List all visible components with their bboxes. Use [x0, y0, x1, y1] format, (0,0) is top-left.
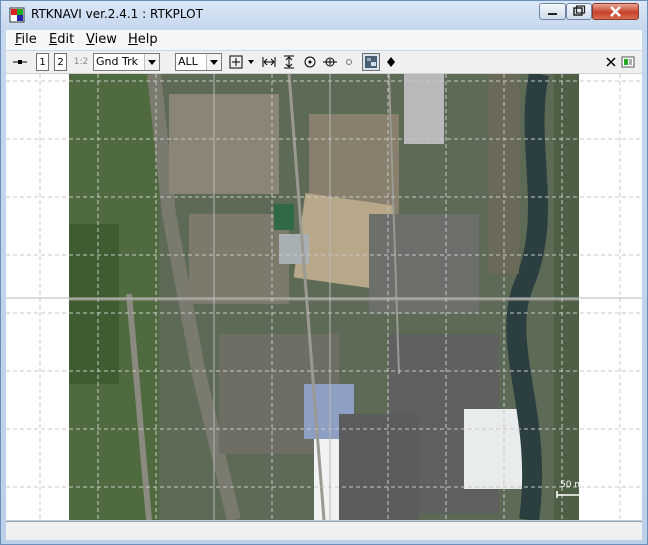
- center-current-button[interactable]: [321, 53, 339, 71]
- scale-bar-label: 50 m: [560, 480, 584, 490]
- marker-button[interactable]: [384, 53, 398, 71]
- center-icon: [229, 55, 243, 69]
- clear-button[interactable]: [604, 53, 618, 71]
- fit-vertical-button[interactable]: [280, 53, 298, 71]
- status-bar: [6, 521, 642, 540]
- clear-icon: [606, 57, 616, 67]
- marker-icon: [387, 57, 395, 67]
- center-origin-icon: [304, 56, 316, 68]
- maximize-button[interactable]: [566, 3, 592, 20]
- center-current-icon: [323, 57, 337, 67]
- line-style-button[interactable]: [11, 53, 29, 71]
- app-icon: [9, 7, 25, 23]
- status-indicator-icon: [621, 56, 635, 68]
- close-icon: [610, 6, 621, 17]
- titlebar: RTKNAVI ver.2.4.1 : RTKPLOT: [1, 1, 647, 30]
- plot-1-2-button[interactable]: 1:2: [72, 53, 90, 71]
- dot-icon: [346, 59, 352, 65]
- minimize-icon: [548, 13, 557, 15]
- plot-type-value: Gnd Trk: [96, 55, 138, 68]
- center-origin-button[interactable]: [302, 53, 318, 71]
- center-menu-button[interactable]: [246, 53, 255, 71]
- line-style-icon: [13, 60, 27, 64]
- menu-edit[interactable]: Edit: [49, 32, 74, 47]
- fit-horizontal-button[interactable]: [260, 53, 278, 71]
- plot-1-button[interactable]: 1: [36, 53, 49, 71]
- close-window-button[interactable]: [592, 3, 639, 20]
- satellite-filter-select[interactable]: ALL: [175, 53, 222, 71]
- menu-file[interactable]: File: [15, 32, 37, 47]
- center-button[interactable]: [228, 53, 244, 71]
- window-title: RTKNAVI ver.2.4.1 : RTKPLOT: [31, 7, 203, 21]
- plot-grid: [6, 74, 642, 520]
- map-image-icon: [365, 56, 377, 68]
- rtkplot-window: RTKNAVI ver.2.4.1 : RTKPLOT File Edit Vi…: [0, 0, 648, 545]
- menubar: File Edit View Help: [6, 30, 642, 50]
- minimize-button[interactable]: [539, 3, 566, 20]
- toolbar: 1 2 1:2 Gnd Trk ALL: [6, 51, 642, 74]
- dot-toggle-button[interactable]: [343, 53, 355, 71]
- chevron-down-icon: [206, 54, 221, 70]
- menu-help[interactable]: Help: [128, 32, 158, 47]
- ground-track-plot[interactable]: 50 m: [6, 74, 642, 520]
- chevron-down-icon: [144, 54, 159, 70]
- chevron-down-icon: [247, 60, 254, 64]
- fit-vertical-icon: [284, 55, 294, 69]
- plot-type-select[interactable]: Gnd Trk: [93, 53, 160, 71]
- maximize-icon: [573, 5, 586, 16]
- status-indicator: [620, 53, 636, 71]
- map-image-button[interactable]: [362, 53, 380, 71]
- fit-horizontal-icon: [262, 57, 276, 67]
- plot-2-button[interactable]: 2: [54, 53, 67, 71]
- menu-view[interactable]: View: [86, 32, 117, 47]
- satellite-filter-value: ALL: [178, 55, 198, 68]
